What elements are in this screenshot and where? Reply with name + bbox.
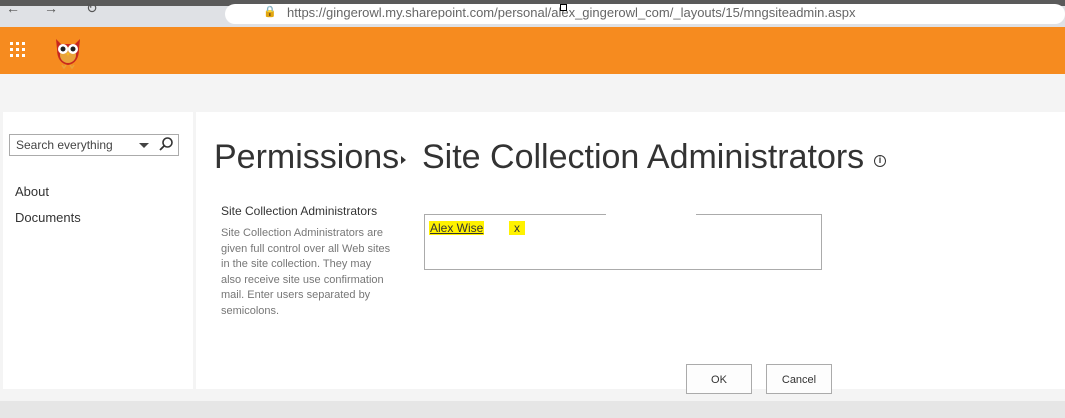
remove-user-button[interactable]: x — [509, 221, 525, 235]
section-label: Site Collection Administrators — [221, 204, 378, 218]
cursor-marker — [560, 4, 567, 11]
search-icon[interactable] — [158, 136, 174, 152]
taskbar-strip — [0, 401, 1065, 418]
back-icon[interactable]: ← — [6, 0, 20, 16]
suite-bar — [0, 27, 1065, 74]
owl-logo-icon[interactable] — [52, 33, 84, 69]
nav-item-documents[interactable]: Documents — [15, 210, 81, 225]
lock-icon: 🔒 — [263, 6, 277, 18]
ribbon — [0, 74, 1065, 112]
search-input[interactable]: Search everything — [9, 134, 179, 156]
field-border-gap — [606, 213, 696, 217]
people-picker-input[interactable]: Alex Wise x — [424, 213, 822, 270]
info-icon[interactable]: i — [874, 155, 886, 167]
search-scope-dropdown-icon[interactable] — [139, 143, 149, 148]
forward-icon[interactable]: → — [44, 0, 58, 16]
left-navigation: Search everything About Documents — [3, 112, 193, 389]
app-launcher-icon[interactable] — [10, 42, 26, 58]
refresh-icon[interactable]: ↻ — [86, 0, 98, 17]
nav-item-about[interactable]: About — [15, 184, 49, 199]
search-placeholder: Search everything — [16, 138, 113, 152]
main-content: Permissions Site Collection Administrato… — [196, 112, 1065, 394]
page-title: Site Collection Administrators — [422, 138, 865, 176]
address-bar[interactable]: 🔒 https://gingerowl.my.sharepoint.com/pe… — [225, 4, 1065, 24]
url-text[interactable]: https://gingerowl.my.sharepoint.com/pers… — [287, 5, 855, 20]
section-description: Site Collection Administrators are given… — [221, 227, 391, 317]
user-chip[interactable]: Alex Wise — [429, 221, 485, 235]
breadcrumb-separator-icon — [401, 156, 406, 164]
cancel-button[interactable]: Cancel — [766, 364, 832, 394]
ok-button[interactable]: OK — [686, 364, 752, 394]
browser-toolbar: ← → ↻ 🔒 https://gingerowl.my.sharepoint.… — [0, 0, 1065, 27]
breadcrumb-parent[interactable]: Permissions — [214, 138, 399, 177]
